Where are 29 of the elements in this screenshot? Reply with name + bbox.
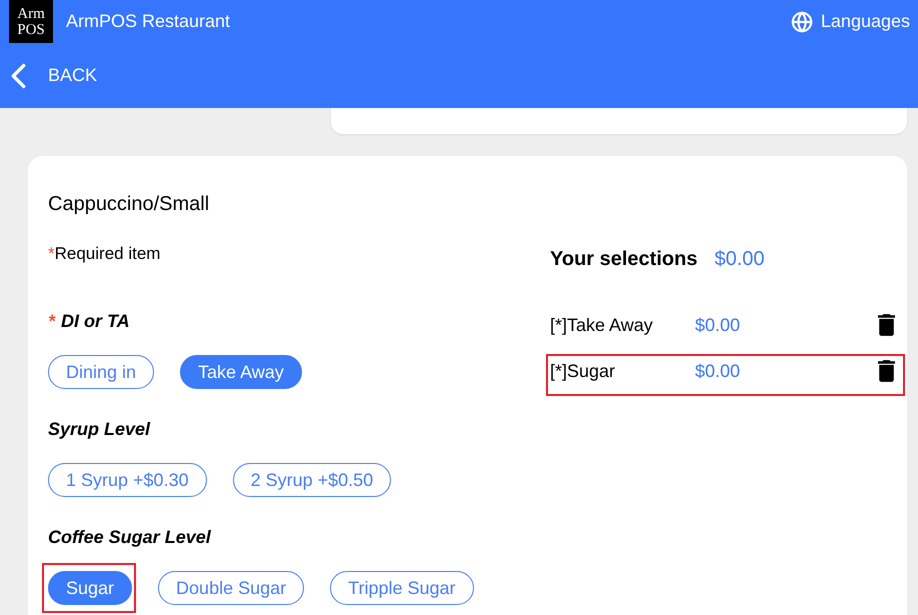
option-button[interactable]: Take Away	[180, 355, 302, 389]
chevron-left-icon	[10, 62, 27, 88]
logo-text: Arm	[17, 6, 45, 22]
delete-button[interactable]	[878, 360, 895, 382]
option-button[interactable]: Double Sugar	[158, 571, 304, 605]
trash-icon	[878, 314, 895, 336]
globe-icon	[790, 10, 813, 32]
option-button[interactable]: Dining in	[48, 355, 154, 389]
app-title: ArmPOS Restaurant	[66, 10, 230, 33]
option-button[interactable]: 2 Syrup +$0.50	[232, 463, 392, 497]
selection-price: $0.00	[695, 360, 740, 382]
selection-price: $0.00	[695, 314, 740, 336]
option-button[interactable]: Tripple Sugar	[330, 571, 474, 605]
back-button[interactable]: BACK	[10, 62, 98, 89]
group-title: * DI or TA	[48, 310, 130, 332]
delete-button[interactable]	[878, 314, 895, 336]
item-title: Cappuccino/Small	[48, 192, 210, 216]
option-button[interactable]: Sugar	[48, 571, 132, 605]
group-title: Syrup Level	[48, 418, 150, 440]
logo-text: POS	[17, 22, 45, 38]
group-title: Coffee Sugar Level	[48, 526, 211, 548]
languages-button[interactable]: Languages	[790, 8, 910, 35]
trash-icon	[878, 360, 895, 382]
selection-label: [*]Sugar	[550, 360, 616, 382]
selection-label: [*]Take Away	[550, 314, 654, 336]
selections-title: Your selections	[550, 247, 698, 271]
selections-total: $0.00	[714, 247, 765, 271]
option-button[interactable]: 1 Syrup +$0.30	[48, 463, 207, 497]
required-note: *Required item	[48, 244, 160, 264]
